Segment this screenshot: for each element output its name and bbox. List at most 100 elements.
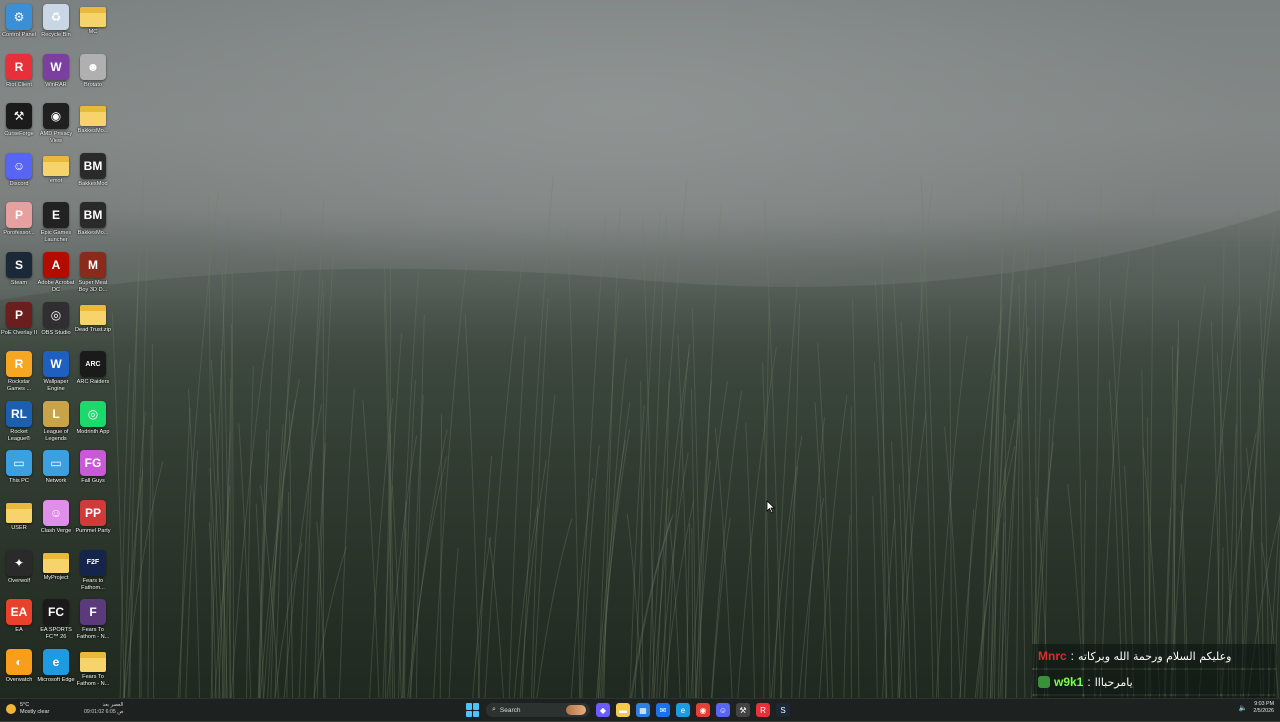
- desktop-icon-label: Fears To Fathom - N...: [76, 673, 110, 687]
- search-icon: ⌕: [492, 706, 496, 713]
- this-pc-icon: ▭: [6, 450, 32, 477]
- desktop-icon-label: MyProject: [43, 574, 69, 581]
- desktop-icon-label: Overwolf: [7, 577, 31, 584]
- steam-icon[interactable]: S: [776, 703, 790, 717]
- desktop-icon[interactable]: ▭ Network: [37, 450, 75, 485]
- clash-verge-icon: ☺: [43, 500, 69, 526]
- desktop-icon-label: Dead Trust.zip: [74, 326, 112, 333]
- desktop-icon-label: CurseForge: [4, 131, 34, 138]
- super-meat-boy-icon: M: [80, 252, 106, 278]
- desktop-icon-label: ARC Raiders: [76, 379, 110, 386]
- desktop-icon[interactable]: ◉ AMD Privacy View: [37, 103, 75, 145]
- volume-icon[interactable]: 🔈: [1239, 704, 1248, 712]
- desktop-icon[interactable]: ARC ARC Raiders: [74, 351, 112, 386]
- desktop-icon[interactable]: E Epic Games Launcher: [37, 202, 75, 244]
- desktop-icon[interactable]: M Super Meat Boy 3D D...: [74, 252, 112, 294]
- desktop-icon[interactable]: Fears To Fathom - N...: [74, 649, 112, 688]
- desktop-icon[interactable]: PP Pummel Party: [74, 500, 112, 535]
- start-button[interactable]: [466, 703, 480, 717]
- desktop-icon-label: Riot Client: [6, 81, 32, 88]
- desktop-icon[interactable]: R Rockstar Games ...: [0, 351, 38, 393]
- desktop-icon-label: Rocket League®: [7, 428, 31, 442]
- desktop-icon[interactable]: ☺ Discord: [0, 152, 38, 188]
- desktop-icon-label: BakkesMod: [78, 180, 108, 187]
- desktop-icon[interactable]: e Microsoft Edge: [37, 648, 75, 684]
- microsoft-store-icon[interactable]: ▦: [636, 703, 650, 717]
- desktop-icon[interactable]: USER: [0, 500, 38, 532]
- desktop-icon-label: Super Meat Boy 3D D...: [78, 280, 108, 293]
- chat-separator: :: [1087, 675, 1091, 689]
- file-explorer-icon[interactable]: ▬: [616, 703, 630, 717]
- desktop-icon[interactable]: A Adobe Acrobat DC: [37, 252, 75, 294]
- desktop-icon[interactable]: ▭ This PC: [0, 450, 38, 485]
- desktop-icon[interactable]: Dead Trust.zip: [74, 302, 112, 334]
- desktop-icon[interactable]: RL Rocket League®: [0, 400, 38, 443]
- desktop-icon-label: Recycle Bin: [41, 32, 71, 38]
- desktop-icon[interactable]: F2F Fears to Fathom...: [74, 549, 112, 592]
- curseforge-icon[interactable]: ⚒: [736, 703, 750, 717]
- wallpaper-engine-icon: W: [43, 351, 69, 378]
- clock-date: 2/5/2026: [1253, 707, 1274, 714]
- desktop-icon[interactable]: BM BakkesMo...: [74, 202, 112, 237]
- desktop-icon-label: League of Legends: [43, 428, 69, 442]
- outlook-icon[interactable]: ✉: [656, 703, 670, 717]
- desktop-icon[interactable]: W WinRAR: [37, 53, 75, 89]
- desktop-icon[interactable]: F Fears To Fathom - N...: [74, 599, 112, 641]
- steam-icon: S: [6, 252, 32, 278]
- desktop-icon[interactable]: emot: [37, 153, 75, 185]
- chat-message: w9k1: يامرحبااا: [1032, 670, 1276, 694]
- desktop-icon[interactable]: FG Fall Guys: [74, 450, 112, 485]
- desktop-icon-label: MC: [88, 29, 98, 35]
- porofessor-icon: P: [6, 202, 32, 229]
- overwolf-icon: ✦: [6, 549, 32, 576]
- desktop-icon[interactable]: P PoE Overlay II: [0, 301, 38, 337]
- taskbar: 5°C Mostly clear العصر بعد 09:01:02 ص 6:…: [0, 698, 1280, 721]
- search-label: Search: [499, 706, 521, 714]
- desktop-icon[interactable]: ⚒ CurseForge: [0, 103, 38, 138]
- search-highlight-icon: [566, 705, 586, 715]
- chat-text: يامرحبااا: [1094, 675, 1133, 689]
- desktop-icon[interactable]: MC: [74, 4, 112, 36]
- desktop-icon[interactable]: ♻ Recycle Bin: [37, 4, 75, 39]
- desktop-icon-label: Microsoft Edge: [37, 676, 75, 683]
- taskbar-search[interactable]: ⌕ Search: [486, 703, 590, 717]
- desktop-icon-label: Clash Verge: [40, 528, 72, 534]
- taskbar-clock[interactable]: 9:03 PM 2/5/2026: [1253, 701, 1274, 714]
- riot-client-icon[interactable]: R: [756, 703, 770, 717]
- network-icon: ▭: [43, 450, 69, 477]
- desktop-icon[interactable]: ✦ Overwolf: [0, 549, 38, 585]
- folder-icon: [80, 7, 106, 27]
- desktop-icon[interactable]: P Porofessor...: [0, 202, 38, 237]
- desktop-icon[interactable]: ☺ Clash Verge: [37, 500, 75, 535]
- desktop-icon[interactable]: R Riot Client: [0, 53, 38, 89]
- desktop-icon[interactable]: FC EA SPORTS FC™ 26: [37, 599, 75, 641]
- desktop-icon[interactable]: ◐ Overwatch: [0, 648, 38, 684]
- discord-icon[interactable]: ☺: [716, 703, 730, 717]
- desktop-icon-label: Steam: [10, 280, 28, 286]
- chrome-icon[interactable]: ◉: [696, 703, 710, 717]
- desktop-icon[interactable]: BM BakkesMod: [74, 152, 112, 188]
- desktop-icon[interactable]: MyProject: [37, 550, 75, 582]
- desktop-icon[interactable]: ⚙ Control Panel: [0, 4, 38, 39]
- desktop-icon[interactable]: BakkesMo...: [74, 103, 112, 135]
- desktop-icon[interactable]: S Steam: [0, 252, 38, 287]
- desktop-icon[interactable]: L League of Legends: [37, 400, 75, 443]
- league-icon: L: [43, 400, 69, 427]
- copilot-icon[interactable]: ◆: [596, 703, 610, 717]
- curseforge-icon: ⚒: [6, 103, 32, 130]
- desktop-icon[interactable]: ◎ OBS Studio: [37, 301, 75, 337]
- desktop-icon[interactable]: ◎ Modrinth App: [74, 400, 112, 436]
- fall-guys-icon: FG: [80, 450, 106, 477]
- weather-widget[interactable]: 5°C Mostly clear: [6, 702, 49, 715]
- desktop-icon[interactable]: EA EA: [0, 599, 38, 634]
- desktop-icon-label: Epic Games Launcher: [40, 230, 72, 244]
- desktop-icon[interactable]: ☻ Brotato: [74, 53, 112, 89]
- desktop-icon[interactable]: W Wallpaper Engine: [37, 351, 75, 393]
- desktop-icon-label: Porofessor...: [3, 230, 35, 237]
- rocket-league-icon: RL: [6, 400, 32, 427]
- bakkesmod-icon: BM: [80, 202, 106, 229]
- acrobat-icon: A: [43, 252, 69, 278]
- desktop-icon-label: EA: [15, 627, 23, 634]
- desktop-icon-label: Wallpaper Engine: [43, 379, 69, 393]
- edge-icon[interactable]: e: [676, 703, 690, 717]
